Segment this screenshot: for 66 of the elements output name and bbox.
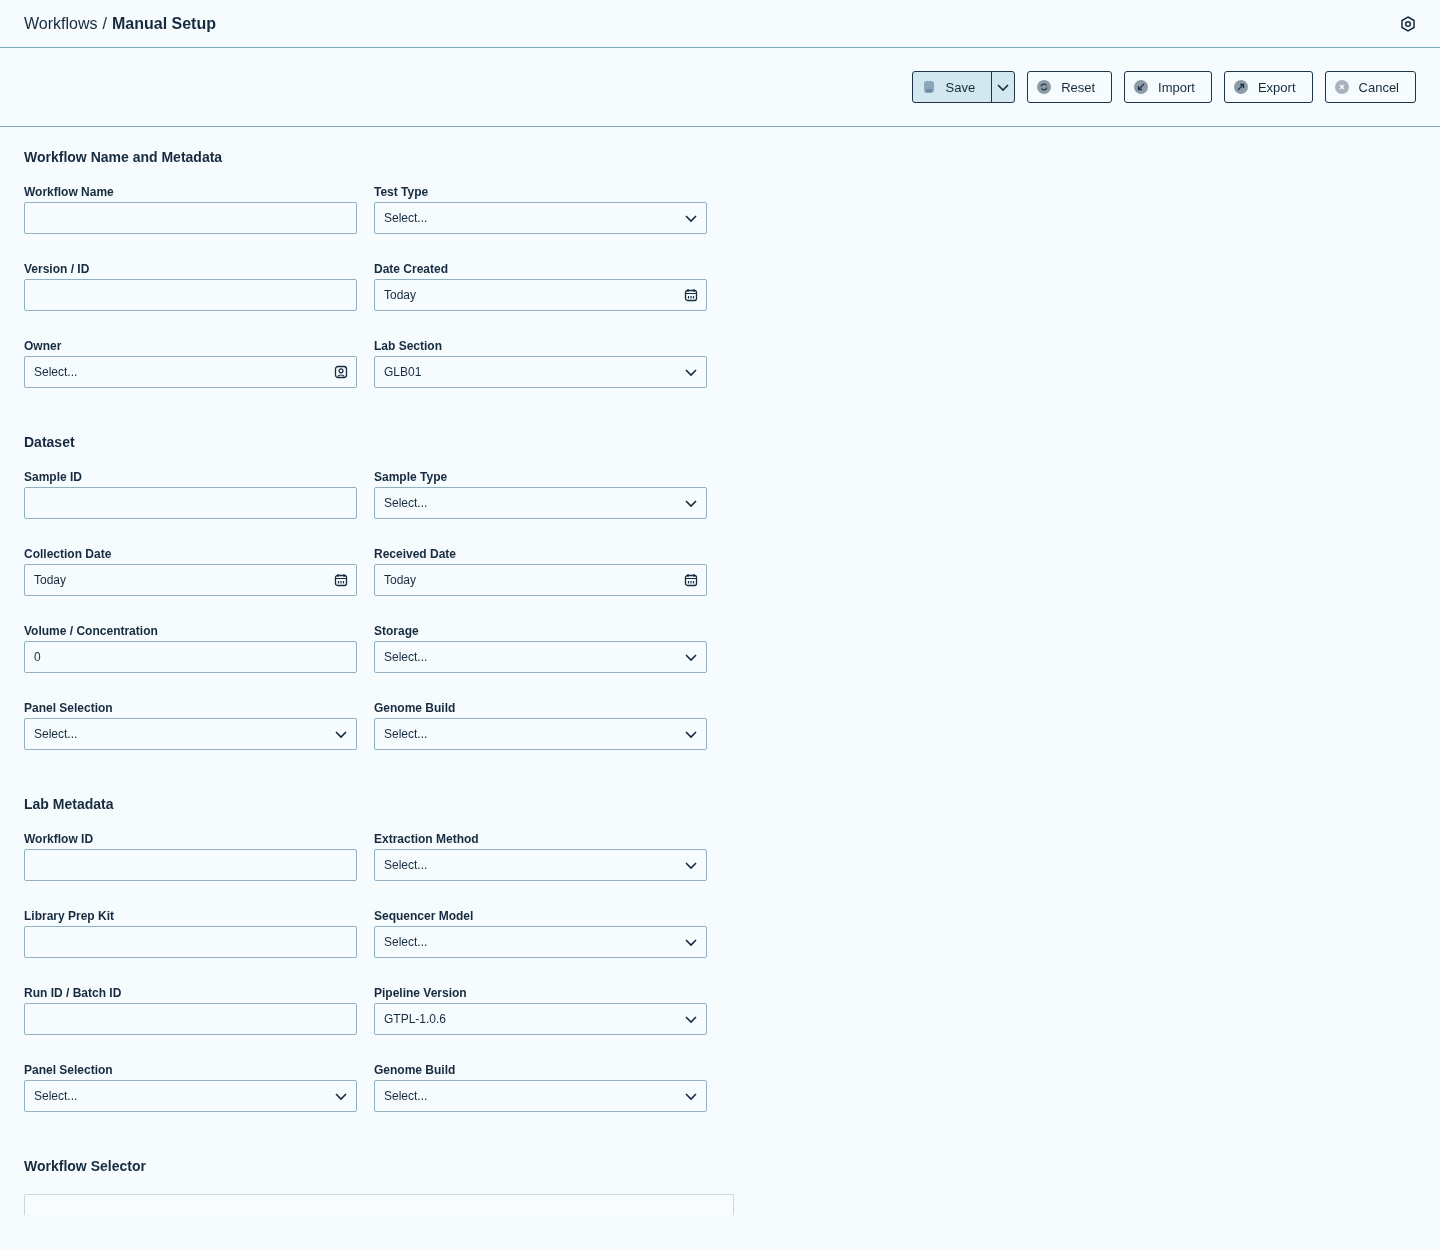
section-title: Lab Metadata	[24, 796, 115, 812]
breadcrumb-separator: /	[102, 14, 107, 33]
field-label: Panel Selection	[24, 1063, 114, 1077]
select-field[interactable]: Select...	[374, 202, 707, 234]
field-label: Library Prep Kit	[24, 909, 116, 923]
field-label: Genome Build	[374, 701, 457, 715]
arrow-up-right-icon	[1233, 80, 1248, 94]
field-label: Run ID / Batch ID	[24, 986, 123, 1000]
input-field[interactable]	[24, 926, 357, 958]
field-label: Storage	[374, 624, 420, 638]
calendar-icon	[334, 573, 348, 587]
date-field[interactable]: Today	[24, 564, 357, 596]
select-field[interactable]: Select...	[374, 849, 707, 881]
field-label: Lab Section	[374, 339, 443, 353]
cancel-button[interactable]: Cancel	[1324, 71, 1416, 103]
input-field[interactable]	[24, 487, 357, 519]
date-field[interactable]: Today	[374, 564, 707, 596]
input-field[interactable]	[24, 279, 357, 311]
refresh-icon	[1037, 80, 1052, 94]
input-field[interactable]: 0	[24, 641, 357, 673]
select-field[interactable]: Select...	[374, 1080, 707, 1112]
input-field[interactable]	[24, 1003, 357, 1035]
select-field[interactable]: Select...	[374, 718, 707, 750]
field-label: Workflow ID	[24, 832, 95, 846]
person-icon	[334, 365, 348, 379]
user-picker-field[interactable]: Select...	[24, 356, 357, 388]
field-label: Extraction Method	[374, 832, 480, 846]
field-label: Owner	[24, 339, 63, 353]
page-title: Manual Setup	[111, 14, 216, 33]
close-icon	[1334, 80, 1349, 94]
field-label: Genome Build	[374, 1063, 457, 1077]
select-field[interactable]: GLB01	[374, 356, 707, 388]
select-field[interactable]: Select...	[24, 1080, 357, 1112]
export-button[interactable]: Export	[1223, 71, 1313, 103]
input-field[interactable]	[24, 849, 357, 881]
select-field[interactable]: Select...	[24, 718, 357, 750]
settings-icon[interactable]	[1400, 15, 1416, 32]
field-label: Panel Selection	[24, 701, 114, 715]
date-field[interactable]: Today	[374, 279, 707, 311]
input-field[interactable]	[24, 202, 357, 234]
field-label: Sample ID	[24, 470, 84, 484]
import-button[interactable]: Import	[1124, 71, 1212, 103]
reset-button[interactable]: Reset	[1027, 71, 1113, 103]
calendar-icon	[684, 288, 698, 302]
field-label: Collection Date	[24, 547, 113, 561]
field-label: Sample Type	[374, 470, 449, 484]
section-title: Workflow Selector	[24, 1158, 147, 1174]
select-field[interactable]: Select...	[374, 926, 707, 958]
field-label: Version / ID	[24, 262, 91, 276]
field-label: Volume / Concentration	[24, 624, 159, 638]
arrow-down-left-icon	[1134, 80, 1149, 94]
save-button[interactable]: Save	[912, 72, 993, 102]
calendar-icon	[684, 573, 698, 587]
select-field[interactable]: Select...	[374, 487, 707, 519]
save-icon	[921, 80, 936, 94]
field-label: Received Date	[374, 547, 458, 561]
field-label: Test Type	[374, 185, 430, 199]
select-field[interactable]: Select...	[374, 641, 707, 673]
section-title: Workflow Name and Metadata	[24, 149, 224, 165]
field-label: Sequencer Model	[374, 909, 475, 923]
select-field[interactable]: GTPL-1.0.6	[374, 1003, 707, 1035]
section-title: Dataset	[24, 434, 76, 450]
field-label: Date Created	[374, 262, 450, 276]
breadcrumb-link[interactable]: Workflows	[24, 14, 98, 33]
field-label: Pipeline Version	[374, 986, 468, 1000]
field-label: Workflow Name	[24, 185, 115, 199]
